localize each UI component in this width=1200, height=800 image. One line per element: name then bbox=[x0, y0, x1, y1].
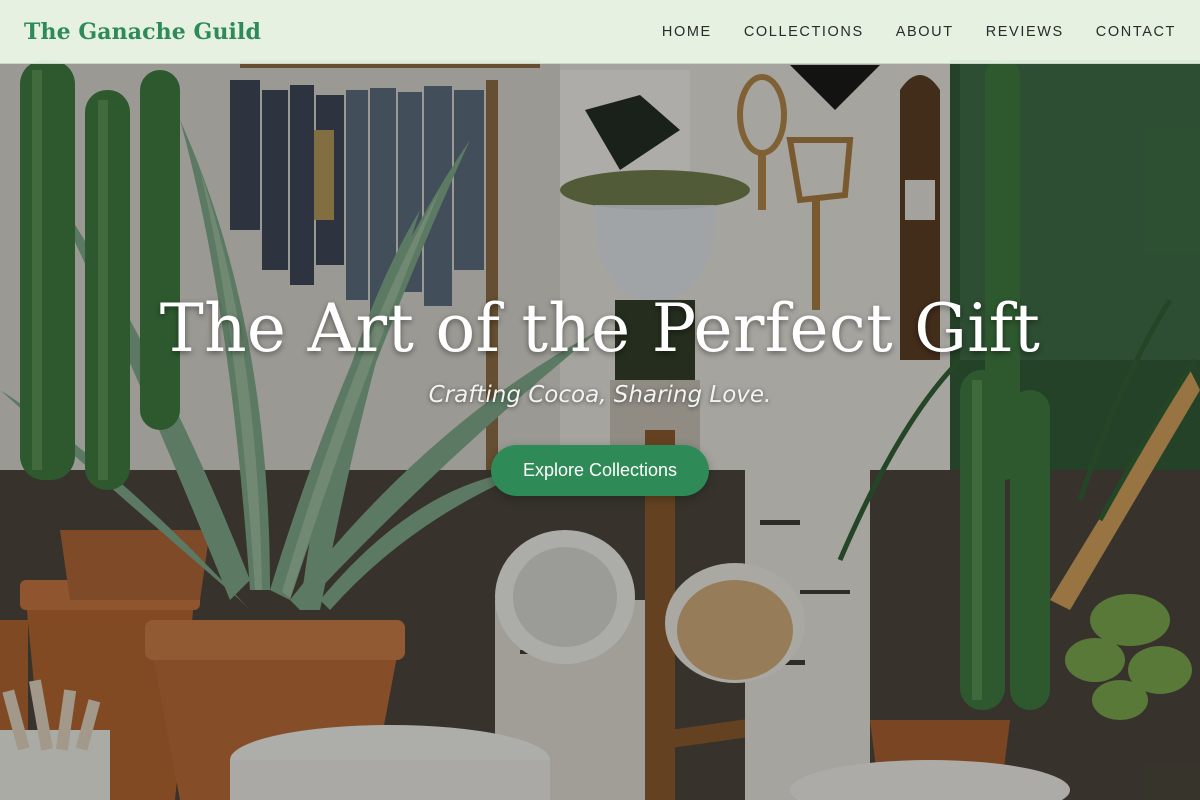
nav-link-collections[interactable]: COLLECTIONS bbox=[744, 24, 864, 40]
main-nav: HOME COLLECTIONS ABOUT REVIEWS CONTACT bbox=[630, 24, 1176, 40]
brand-logo[interactable]: The Ganache Guild bbox=[24, 19, 261, 45]
site-header: The Ganache Guild HOME COLLECTIONS ABOUT… bbox=[0, 0, 1200, 64]
nav-link-about[interactable]: ABOUT bbox=[896, 24, 954, 40]
nav-link-home[interactable]: HOME bbox=[662, 24, 712, 40]
nav-link-reviews[interactable]: REVIEWS bbox=[986, 24, 1064, 40]
hero-subtitle: Crafting Cocoa, Sharing Love. bbox=[428, 381, 772, 408]
hero-content: The Art of the Perfect Gift Crafting Coc… bbox=[0, 290, 1200, 497]
nav-link-contact[interactable]: CONTACT bbox=[1096, 24, 1176, 40]
explore-collections-button[interactable]: Explore Collections bbox=[490, 445, 710, 497]
hero-title: The Art of the Perfect Gift bbox=[159, 290, 1041, 367]
